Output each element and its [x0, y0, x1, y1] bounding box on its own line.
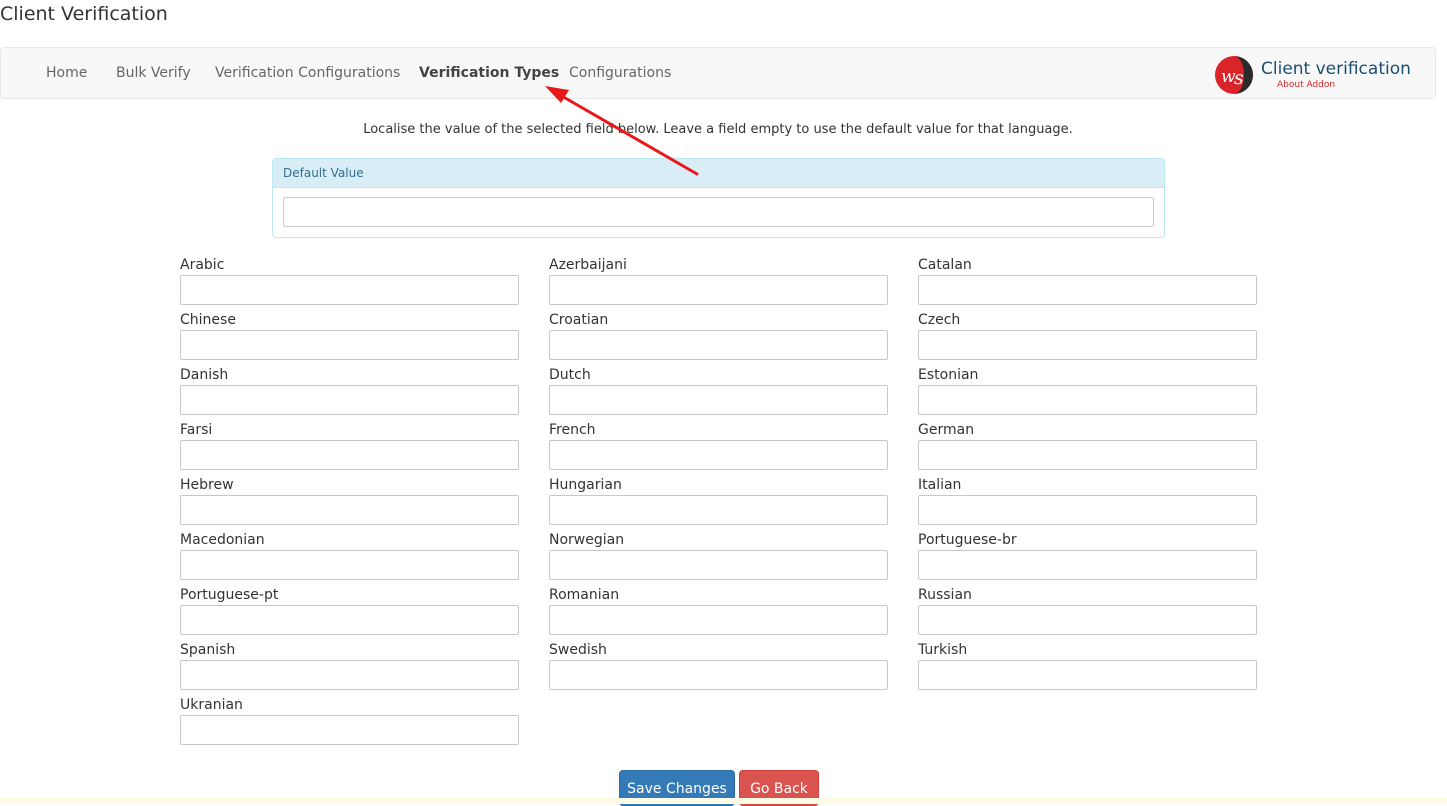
svg-text:s: s — [1234, 67, 1244, 89]
language-label: Portuguese-pt — [180, 587, 279, 603]
language-input[interactable] — [549, 330, 888, 360]
default-value-input[interactable] — [283, 197, 1154, 227]
language-label: Romanian — [549, 587, 620, 603]
language-input[interactable] — [180, 715, 519, 745]
language-input[interactable] — [180, 440, 519, 470]
language-field: Ukranian — [180, 696, 519, 745]
addon-logo[interactable]: w s Client verification About Addon — [1214, 54, 1424, 94]
language-field: Estonian — [918, 366, 1257, 415]
language-input[interactable] — [549, 495, 888, 525]
language-input[interactable] — [180, 550, 519, 580]
language-input[interactable] — [180, 275, 519, 305]
language-label: Hungarian — [549, 477, 622, 493]
language-field: Russian — [918, 586, 1257, 635]
language-field: Hebrew — [180, 476, 519, 525]
nav-bulk-verify[interactable]: Bulk Verify — [116, 65, 191, 81]
language-input[interactable] — [918, 440, 1257, 470]
language-field: Norwegian — [549, 531, 888, 580]
nav-verification-types[interactable]: Verification Types — [419, 65, 559, 81]
language-input[interactable] — [180, 495, 519, 525]
language-input[interactable] — [180, 385, 519, 415]
language-field: Macedonian — [180, 531, 519, 580]
language-label: Catalan — [918, 257, 972, 273]
language-label: Portuguese-br — [918, 532, 1017, 548]
nav-verification-configurations[interactable]: Verification Configurations — [215, 65, 400, 81]
language-input[interactable] — [549, 605, 888, 635]
language-input[interactable] — [918, 660, 1257, 690]
language-label: Spanish — [180, 642, 236, 658]
logo-title: Client verification — [1261, 59, 1411, 79]
language-field: Portuguese-br — [918, 531, 1257, 580]
language-input[interactable] — [549, 275, 888, 305]
language-field: Hungarian — [549, 476, 888, 525]
language-label: Croatian — [549, 312, 609, 328]
default-value-heading: Default Value — [273, 159, 1164, 188]
language-label: Hebrew — [180, 477, 234, 493]
language-input[interactable] — [549, 440, 888, 470]
language-field: Italian — [918, 476, 1257, 525]
language-input[interactable] — [918, 275, 1257, 305]
language-field: Farsi — [180, 421, 519, 470]
about-addon-link[interactable]: About Addon — [1277, 80, 1335, 90]
language-field: Arabic — [180, 256, 519, 305]
language-input[interactable] — [918, 550, 1257, 580]
language-input[interactable] — [549, 550, 888, 580]
language-label: Norwegian — [549, 532, 625, 548]
language-label: Dutch — [549, 367, 591, 383]
language-input[interactable] — [180, 330, 519, 360]
language-label: Swedish — [549, 642, 607, 658]
language-field: Czech — [918, 311, 1257, 360]
page-title: Client Verification — [0, 3, 168, 25]
language-label: Farsi — [180, 422, 213, 438]
language-label: Azerbaijani — [549, 257, 627, 273]
language-input[interactable] — [918, 330, 1257, 360]
language-label: Arabic — [180, 257, 225, 273]
nav-home[interactable]: Home — [46, 65, 87, 81]
top-navbar: Home Bulk Verify Verification Configurat… — [0, 47, 1436, 99]
language-label: Czech — [918, 312, 961, 328]
bottom-strip — [0, 798, 1447, 804]
language-label: German — [918, 422, 975, 438]
language-field: Spanish — [180, 641, 519, 690]
language-label: Russian — [918, 587, 972, 603]
language-label: Chinese — [180, 312, 236, 328]
language-label: French — [549, 422, 596, 438]
language-input[interactable] — [918, 605, 1257, 635]
language-field: German — [918, 421, 1257, 470]
language-field: Chinese — [180, 311, 519, 360]
language-field: Croatian — [549, 311, 888, 360]
nav-configurations[interactable]: Configurations — [569, 65, 671, 81]
language-input[interactable] — [918, 495, 1257, 525]
language-field: Danish — [180, 366, 519, 415]
language-field: Swedish — [549, 641, 888, 690]
language-label: Ukranian — [180, 697, 243, 713]
language-input[interactable] — [180, 605, 519, 635]
language-input[interactable] — [180, 660, 519, 690]
language-field: Portuguese-pt — [180, 586, 519, 635]
language-input[interactable] — [918, 385, 1257, 415]
language-label: Macedonian — [180, 532, 265, 548]
language-label: Danish — [180, 367, 229, 383]
language-field: French — [549, 421, 888, 470]
language-label: Italian — [918, 477, 962, 493]
language-label: Estonian — [918, 367, 979, 383]
default-value-panel: Default Value — [272, 158, 1165, 238]
language-input[interactable] — [549, 660, 888, 690]
language-field: Azerbaijani — [549, 256, 888, 305]
ws-logo-icon: w s — [1215, 56, 1253, 94]
language-field: Catalan — [918, 256, 1257, 305]
language-input[interactable] — [549, 385, 888, 415]
instruction-text: Localise the value of the selected field… — [363, 122, 1073, 137]
language-field: Dutch — [549, 366, 888, 415]
language-field: Romanian — [549, 586, 888, 635]
language-label: Turkish — [918, 642, 968, 658]
language-field: Turkish — [918, 641, 1257, 690]
